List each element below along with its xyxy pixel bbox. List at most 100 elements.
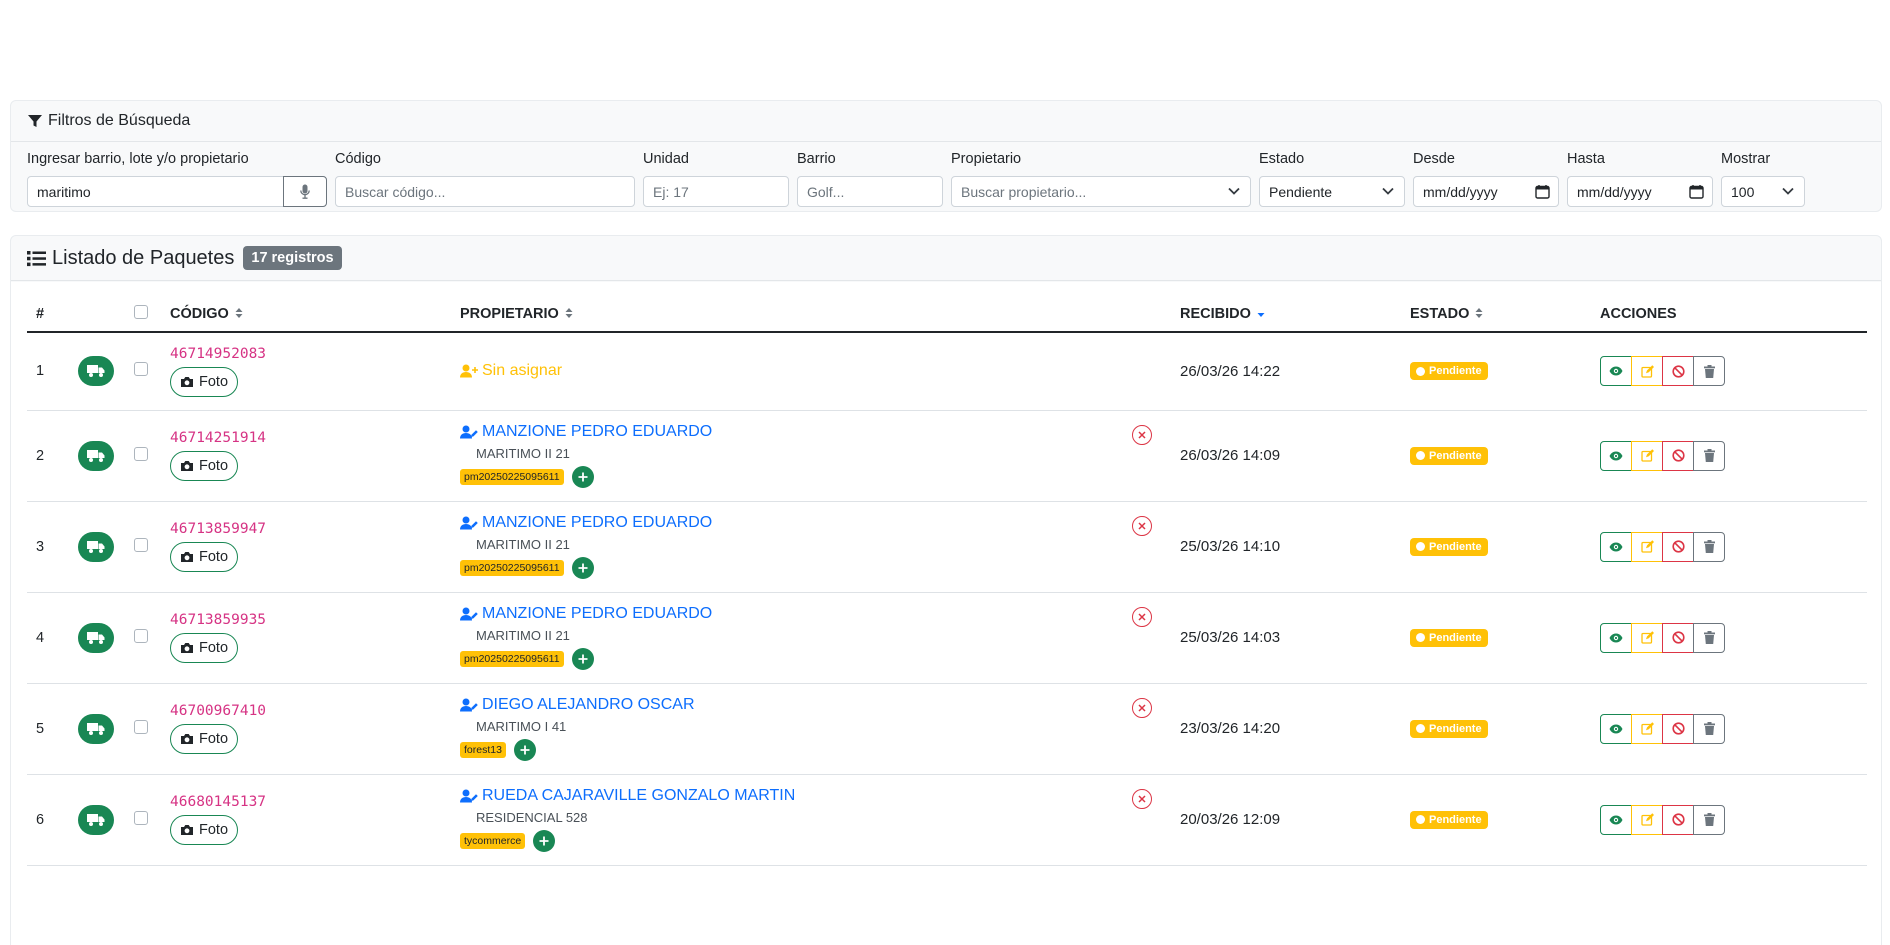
mostrar-select[interactable]: 100: [1721, 176, 1805, 207]
user-plus-icon: [460, 364, 478, 378]
package-code[interactable]: 46713859947: [170, 521, 442, 537]
remove-owner-button[interactable]: [1132, 607, 1152, 627]
package-code[interactable]: 46680145137: [170, 794, 442, 810]
view-button[interactable]: [1600, 713, 1632, 744]
foto-button[interactable]: Foto: [170, 451, 239, 481]
foto-button[interactable]: Foto: [170, 815, 239, 845]
edit-button[interactable]: [1631, 531, 1663, 562]
codigo-cell: 46714251914 Foto: [161, 410, 451, 502]
row-checkbox[interactable]: [134, 362, 148, 377]
row-checkbox[interactable]: [134, 446, 148, 461]
search-field[interactable]: [27, 176, 327, 207]
row-checkbox[interactable]: [134, 810, 148, 825]
package-code[interactable]: 46714251914: [170, 430, 442, 446]
col-recibido-header[interactable]: RECIBIDO: [1171, 297, 1401, 333]
view-button[interactable]: [1600, 356, 1632, 387]
calendar-icon[interactable]: [1689, 184, 1704, 199]
codigo-field[interactable]: [335, 176, 635, 207]
propietario-select[interactable]: [951, 176, 1251, 207]
package-code[interactable]: 46700967410: [170, 703, 442, 719]
select-all-checkbox[interactable]: [134, 305, 148, 319]
foto-button[interactable]: Foto: [170, 724, 239, 754]
barrio-field[interactable]: [797, 176, 943, 207]
add-tag-button[interactable]: [571, 466, 594, 488]
col-propietario-header[interactable]: PROPIETARIO: [451, 297, 1171, 333]
view-button[interactable]: [1600, 622, 1632, 653]
status-cell: Pendiente: [1401, 592, 1591, 684]
unidad-input[interactable]: [653, 183, 779, 200]
remove-owner-button[interactable]: [1132, 425, 1152, 445]
foto-button[interactable]: Foto: [170, 542, 239, 572]
cancel-button[interactable]: [1662, 440, 1694, 471]
edit-button[interactable]: [1631, 356, 1663, 387]
unidad-field[interactable]: [643, 176, 789, 207]
owner-link[interactable]: MANZIONE PEDRO EDUARDO: [460, 423, 1162, 441]
view-button[interactable]: [1600, 804, 1632, 835]
delete-button[interactable]: [1693, 804, 1725, 835]
voice-search-button[interactable]: [283, 176, 327, 207]
add-tag-button[interactable]: [571, 557, 594, 579]
barrio-input[interactable]: [807, 183, 933, 200]
cancel-button[interactable]: [1662, 622, 1694, 653]
chevron-down-icon: [1382, 187, 1394, 195]
edit-button[interactable]: [1631, 713, 1663, 744]
add-tag-button[interactable]: [533, 830, 556, 852]
col-codigo-header[interactable]: CÓDIGO: [161, 297, 451, 333]
delete-button[interactable]: [1693, 440, 1725, 471]
foto-button[interactable]: Foto: [170, 633, 239, 663]
hasta-date-field[interactable]: mm/dd/yyyy: [1567, 176, 1713, 207]
edit-button[interactable]: [1631, 440, 1663, 471]
cancel-button[interactable]: [1662, 531, 1694, 562]
remove-owner-button[interactable]: [1132, 698, 1152, 718]
view-button[interactable]: [1600, 531, 1632, 562]
row-type-cell: [69, 332, 125, 411]
received-date: 26/03/26 14:09: [1171, 410, 1401, 502]
propietario-input[interactable]: [961, 183, 1241, 200]
col-num-header: #: [27, 297, 69, 333]
delete-button[interactable]: [1693, 713, 1725, 744]
delete-button[interactable]: [1693, 356, 1725, 387]
edit-button[interactable]: [1631, 804, 1663, 835]
sort-icon: [235, 308, 243, 318]
calendar-icon[interactable]: [1535, 184, 1550, 199]
actions-cell: [1591, 592, 1867, 684]
remove-owner-button[interactable]: [1132, 789, 1152, 809]
hasta-label: Hasta: [1567, 151, 1605, 167]
cancel-button[interactable]: [1662, 713, 1694, 744]
status-label: Pendiente: [1429, 631, 1482, 644]
cancel-button[interactable]: [1662, 804, 1694, 835]
owner-link[interactable]: RUEDA CAJARAVILLE GONZALO MARTIN: [460, 787, 1162, 805]
mostrar-value: 100: [1731, 183, 1755, 200]
records-count-badge: 17 registros: [243, 246, 342, 270]
add-tag-button[interactable]: [513, 739, 536, 761]
x-circle-icon: [1138, 704, 1146, 712]
row-checkbox[interactable]: [134, 719, 148, 734]
owner-link[interactable]: MANZIONE PEDRO EDUARDO: [460, 514, 1162, 532]
owner-tag: pm20250225095611: [460, 469, 564, 485]
foto-button[interactable]: Foto: [170, 366, 239, 397]
owner-link[interactable]: MANZIONE PEDRO EDUARDO: [460, 605, 1162, 623]
package-code[interactable]: 46714952083: [170, 346, 442, 362]
view-button[interactable]: [1600, 440, 1632, 471]
row-checkbox[interactable]: [134, 537, 148, 552]
col-estado-header[interactable]: ESTADO: [1401, 297, 1591, 333]
estado-select[interactable]: Pendiente: [1259, 176, 1405, 207]
owner-link[interactable]: DIEGO ALEJANDRO OSCAR: [460, 696, 1162, 714]
assign-owner-link[interactable]: Sin asignar: [460, 362, 1162, 380]
delete-button[interactable]: [1693, 622, 1725, 653]
truck-icon: [78, 804, 114, 835]
package-code[interactable]: 46713859935: [170, 612, 442, 628]
codigo-input[interactable]: [345, 183, 625, 200]
search-input[interactable]: [37, 183, 276, 200]
row-actions: [1600, 440, 1725, 471]
cancel-button[interactable]: [1662, 356, 1694, 387]
delete-button[interactable]: [1693, 531, 1725, 562]
edit-button[interactable]: [1631, 622, 1663, 653]
desde-date-field[interactable]: mm/dd/yyyy: [1413, 176, 1559, 207]
add-tag-button[interactable]: [571, 648, 594, 670]
table-row: 2 46714251914 Foto MANZIONE PEDRO EDUARD…: [27, 410, 1867, 502]
propietario-cell: Sin asignar: [451, 332, 1171, 411]
remove-owner-button[interactable]: [1132, 516, 1152, 536]
row-checkbox[interactable]: [134, 628, 148, 643]
barrio-group: Barrio: [797, 151, 943, 207]
